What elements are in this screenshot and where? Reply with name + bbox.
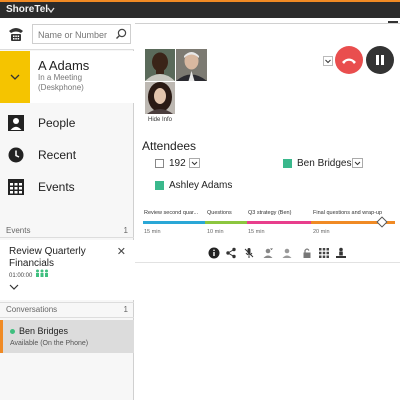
- call-options-dropdown[interactable]: [323, 56, 333, 66]
- event-time: 01:00:00: [9, 273, 33, 279]
- search-icon[interactable]: [115, 28, 127, 40]
- agenda-item-label: Review second quar...: [144, 210, 199, 216]
- chevron-down-icon: [10, 74, 20, 80]
- nav-label-events: Events: [38, 180, 75, 194]
- nav-label-people: People: [38, 116, 76, 130]
- agenda-segment: [205, 221, 247, 224]
- mute-icon[interactable]: [243, 247, 255, 259]
- attendee-checkbox[interactable]: [155, 159, 164, 168]
- conversations-section-header: Conversations 1: [6, 305, 128, 314]
- divider: [135, 262, 400, 263]
- agenda-item-duration: 20 min: [313, 229, 330, 235]
- nav-label-recent: Recent: [38, 148, 77, 162]
- divider: [135, 23, 400, 24]
- search-row: [0, 18, 134, 50]
- user-status: In a Meeting (Deskphone): [38, 73, 84, 92]
- agenda-item-label: Q3 strategy (Ben): [248, 210, 292, 216]
- agenda-item-duration: 15 min: [144, 229, 161, 235]
- calendar-icon: [8, 179, 24, 195]
- title-bar: ShoreTel: [0, 0, 400, 18]
- agenda-progress-marker[interactable]: [376, 216, 388, 228]
- agenda-item-label: Final questions and wrap-up: [313, 210, 383, 216]
- avatar: [145, 49, 175, 81]
- attendee-dropdown[interactable]: [352, 158, 363, 168]
- search-box: [32, 24, 131, 44]
- grid-icon[interactable]: [318, 247, 330, 259]
- nav-item-events[interactable]: Events: [0, 172, 134, 204]
- presenter-icon[interactable]: [335, 247, 347, 259]
- events-section-header: Events 1: [6, 226, 128, 235]
- conversations-header-label: Conversations: [6, 305, 58, 314]
- presence-dot: [10, 329, 15, 334]
- presence-indicator: [155, 181, 164, 190]
- chevron-down-icon: [325, 59, 331, 64]
- call-panel: Hide Info Attendees 192 Ben Bridges Ashl…: [135, 18, 400, 400]
- chevron-down-icon: [191, 161, 198, 166]
- attendee-dropdown[interactable]: [189, 158, 200, 168]
- sidebar: A Adams In a Meeting (Deskphone) People …: [0, 18, 134, 400]
- conversations-count: 1: [123, 305, 128, 314]
- attendee-name: Ben Bridges: [297, 158, 352, 169]
- chevron-down-icon[interactable]: [9, 283, 19, 291]
- agenda-item-label: Questions: [207, 210, 232, 216]
- user-name: A Adams: [38, 58, 90, 73]
- avatar: [176, 49, 207, 81]
- transfer-icon[interactable]: [262, 247, 274, 259]
- attendee-name: Ashley Adams: [169, 180, 233, 191]
- divider: [0, 317, 134, 318]
- nav-item-people[interactable]: People: [0, 108, 134, 140]
- agenda-item-duration: 15 min: [248, 229, 265, 235]
- events-count: 1: [123, 226, 128, 235]
- nav-item-recent[interactable]: Recent: [0, 140, 134, 172]
- pause-icon: [376, 55, 384, 65]
- app-title: ShoreTel: [6, 4, 49, 15]
- minimize-icon[interactable]: [388, 21, 398, 23]
- avatar: [145, 82, 175, 114]
- add-participant-icon[interactable]: [281, 247, 293, 259]
- user-status-card[interactable]: A Adams In a Meeting (Deskphone): [0, 51, 134, 103]
- attendee-name: 192: [169, 158, 186, 169]
- close-icon[interactable]: ✕: [117, 245, 126, 258]
- share-icon[interactable]: [225, 247, 237, 259]
- agenda-segment: [247, 221, 311, 224]
- status-toggle[interactable]: [0, 51, 30, 103]
- group-icon: [36, 269, 48, 277]
- hang-up-icon: [342, 58, 356, 64]
- hide-info-link[interactable]: Hide Info: [148, 117, 172, 123]
- conversation-item[interactable]: Ben Bridges Available (On the Phone): [0, 320, 134, 353]
- info-icon[interactable]: [208, 247, 220, 259]
- event-title: Review Quarterly Financials: [9, 246, 86, 269]
- conversation-name: Ben Bridges: [19, 326, 69, 336]
- attendees-heading: Attendees: [142, 139, 197, 153]
- presence-indicator: [283, 159, 292, 168]
- agenda-item-duration: 10 min: [207, 229, 224, 235]
- event-card[interactable]: Review Quarterly Financials ✕ 01:00:00: [0, 240, 134, 300]
- clock-icon: [8, 147, 24, 163]
- person-icon: [8, 115, 24, 131]
- hang-up-button[interactable]: [335, 46, 363, 74]
- chevron-down-icon: [354, 161, 361, 166]
- chevron-down-icon[interactable]: [46, 5, 56, 15]
- divider: [0, 302, 134, 303]
- lock-icon[interactable]: [301, 247, 313, 259]
- conversation-status: Available (On the Phone): [10, 340, 89, 347]
- phone-icon[interactable]: [7, 25, 25, 43]
- agenda-segment: [143, 221, 205, 224]
- divider: [0, 237, 134, 238]
- events-header-label: Events: [6, 226, 31, 235]
- hold-button[interactable]: [366, 46, 394, 74]
- search-input[interactable]: [33, 26, 111, 44]
